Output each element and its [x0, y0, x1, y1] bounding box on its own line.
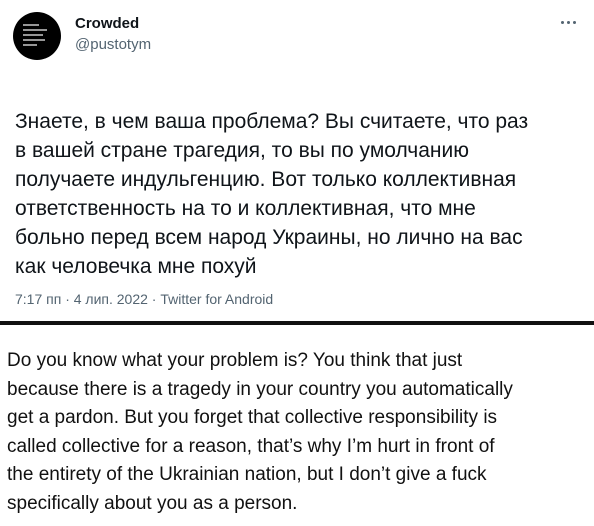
tweet-text-line: Знаете, в чем ваша проблема? Вы считаете… [15, 110, 529, 133]
translation-line: called collective for a reason, that’s w… [7, 435, 495, 457]
translation-line: specifically about you as a person. [7, 492, 298, 514]
tweet-text-line: больно перед всем народ Украины, но личн… [15, 226, 523, 249]
display-name[interactable]: Crowded [75, 15, 139, 32]
user-handle[interactable]: @pustotym [75, 36, 151, 53]
translation-line: the entirety of the Ukrainian nation, bu… [7, 464, 487, 486]
more-horizontal-icon[interactable] [556, 12, 580, 32]
translation-line: because there is a tragedy in your count… [7, 378, 513, 400]
translation-text: Do you know what your problem is? You th… [7, 347, 591, 519]
tweet-text-line: как человечка мне похуй [15, 255, 257, 278]
tweet-text-line: в вашей стране трагедия, то вы по умолча… [15, 139, 469, 162]
divider [0, 321, 594, 325]
translation-line: Do you know what your problem is? You th… [7, 350, 463, 371]
translation-line: get a pardon. But you forget that collec… [7, 407, 498, 429]
tweet-text: Знаете, в чем ваша проблема? Вы считаете… [15, 107, 575, 281]
tweet-text-line: получаете индульгенцию. Вот только колле… [15, 168, 517, 191]
avatar-image [23, 24, 51, 49]
tweet-card: Crowded @pustotym Знаете, в чем ваша про… [0, 0, 594, 322]
avatar[interactable] [13, 12, 61, 60]
tweet-text-line: ответственность на то и коллективная, чт… [15, 197, 476, 220]
tweet-timestamp[interactable]: 7:17 пп · 4 лип. 2022 · Twitter for Andr… [15, 291, 273, 307]
